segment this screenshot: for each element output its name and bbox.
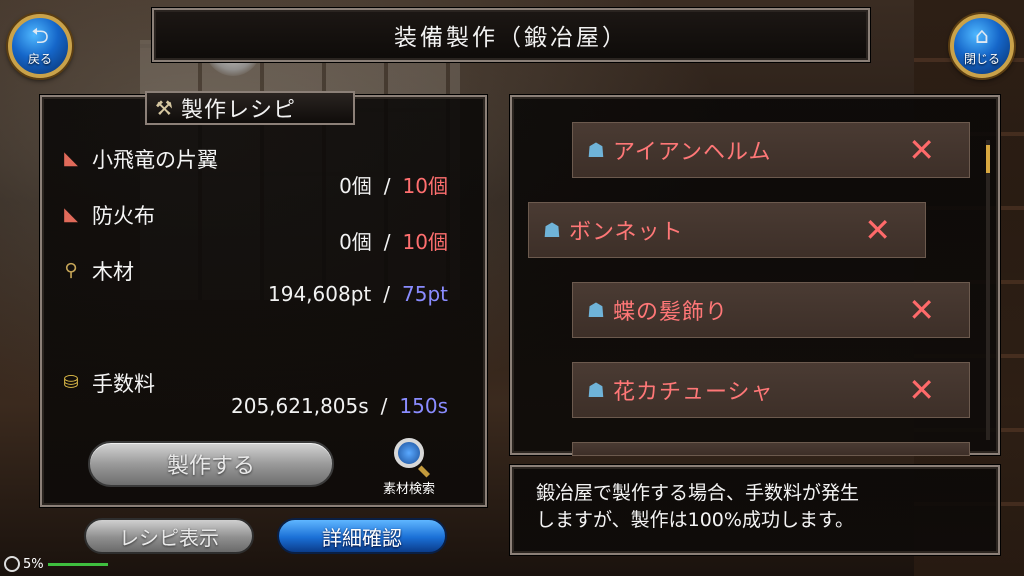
- list-item[interactable]: ☗ 花カチューシャ ✕: [572, 362, 970, 418]
- material-quantity: 0個 / 10個: [339, 226, 448, 255]
- helmet-icon: ☗: [543, 218, 561, 242]
- material-name: 木材: [92, 260, 134, 284]
- material-owned: 194,608pt: [268, 282, 372, 306]
- list-item-selected[interactable]: ☗ ボンネット ✕: [528, 202, 926, 258]
- item-name: 蝶の髪飾り: [612, 300, 728, 325]
- battery-percent: 5%: [23, 556, 44, 572]
- quantity-separator: /: [383, 230, 391, 254]
- coin-icon: ⛁: [63, 372, 79, 393]
- material-required: 75pt: [402, 282, 448, 306]
- fee-quantity: 205,621,805s / 150s: [231, 394, 448, 418]
- battery-indicator: 5%: [4, 556, 108, 572]
- unavailable-x-icon: ✕: [864, 211, 891, 249]
- helmet-icon: ☗: [587, 378, 605, 402]
- material-owned: 0個: [339, 174, 372, 198]
- back-arrow-icon: ⮌: [31, 23, 49, 49]
- quantity-separator: /: [380, 394, 388, 418]
- helmet-icon: ☗: [587, 138, 605, 162]
- recipe-header: ⚒ 製作レシピ: [145, 91, 355, 125]
- battery-icon: [4, 556, 20, 572]
- material-quantity: 194,608pt / 75pt: [268, 282, 448, 306]
- helmet-icon: ☗: [587, 298, 605, 322]
- battery-bar: [47, 562, 108, 566]
- close-label: 閉じる: [963, 51, 1000, 66]
- quantity-separator: /: [383, 282, 390, 306]
- cloth-icon: ◣: [64, 148, 78, 169]
- scrollbar-track[interactable]: [986, 140, 990, 440]
- item-name: ボンネット: [568, 220, 684, 245]
- close-button[interactable]: ⌂ 閉じる: [950, 14, 1014, 78]
- fee-name: 手数料: [92, 372, 155, 396]
- info-message: 鍛冶屋で製作する場合、手数料が発生 しますが、製作は100%成功します。: [536, 480, 986, 534]
- page-title: 装備製作（鍛冶屋）: [394, 25, 628, 51]
- list-item-partial[interactable]: [572, 442, 970, 456]
- info-line: しますが、製作は100%成功します。: [536, 509, 855, 531]
- recipe-display-button[interactable]: レシピ表示: [84, 518, 254, 554]
- item-name: 花カチューシャ: [612, 380, 774, 405]
- fee-required: 150s: [399, 394, 448, 418]
- unavailable-x-icon: ✕: [908, 371, 935, 409]
- detail-confirm-button[interactable]: 詳細確認: [277, 518, 447, 554]
- list-item[interactable]: ☗ アイアンヘルム ✕: [572, 122, 970, 178]
- recipe-title: 製作レシピ: [180, 98, 296, 123]
- item-name: アイアンヘルム: [612, 140, 772, 165]
- material-owned: 0個: [339, 230, 372, 254]
- quantity-separator: /: [383, 174, 391, 198]
- info-line: 鍛冶屋で製作する場合、手数料が発生: [536, 482, 860, 504]
- material-quantity: 0個 / 10個: [339, 170, 448, 199]
- title-bar: 装備製作（鍛冶屋）: [152, 8, 870, 62]
- craft-button[interactable]: 製作する: [88, 441, 334, 487]
- unavailable-x-icon: ✕: [908, 131, 935, 169]
- back-button[interactable]: ⮌ 戻る: [8, 14, 72, 78]
- home-icon: ⌂: [975, 23, 989, 49]
- scrollbar-thumb[interactable]: [986, 145, 990, 173]
- recipe-icon: ⚒: [155, 96, 173, 120]
- list-item[interactable]: ☗ 蝶の髪飾り ✕: [572, 282, 970, 338]
- wood-icon: ⚲: [64, 260, 78, 281]
- magnifier-icon: [394, 438, 424, 468]
- material-search-label: 素材検索: [382, 482, 435, 497]
- material-required: 10個: [402, 230, 448, 254]
- cloth-icon: ◣: [64, 204, 78, 225]
- unavailable-x-icon: ✕: [908, 291, 935, 329]
- material-search-button[interactable]: 素材検索: [372, 438, 446, 498]
- material-required: 10個: [402, 174, 448, 198]
- material-name: 小飛竜の片翼: [92, 148, 218, 172]
- back-label: 戻る: [27, 51, 52, 66]
- fee-owned: 205,621,805s: [231, 394, 369, 418]
- material-name: 防火布: [92, 204, 155, 228]
